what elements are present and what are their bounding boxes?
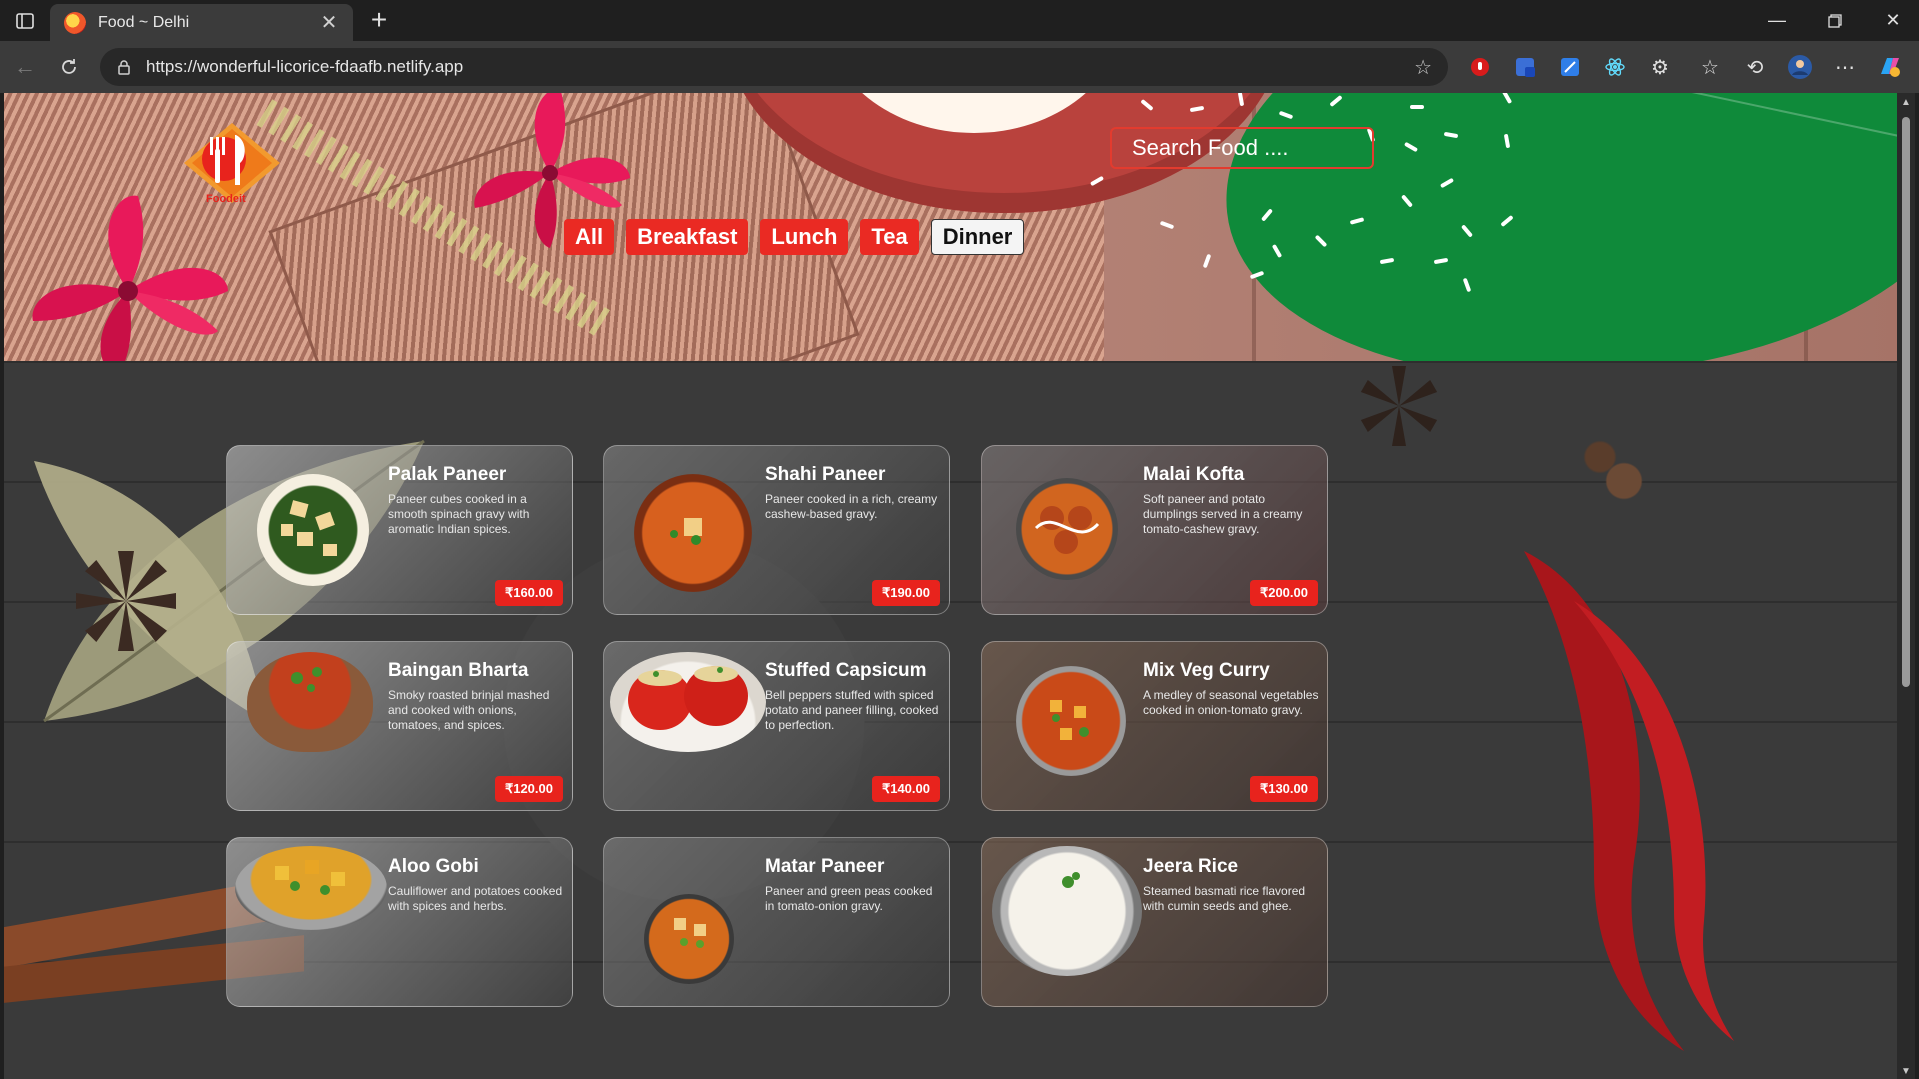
dish-image (257, 474, 369, 586)
filter-tea-button[interactable]: Tea (860, 219, 919, 255)
menu-card[interactable]: Mix Veg Curry A medley of seasonal veget… (981, 641, 1328, 811)
category-filters: All Breakfast Lunch Tea Dinner (564, 219, 1025, 255)
star-anise-decoration (76, 551, 176, 651)
url-field[interactable]: https://wonderful-licorice-fdaafb.netlif… (100, 48, 1448, 86)
scroll-up-arrow-icon[interactable]: ▲ (1901, 97, 1911, 108)
tab-actions-icon[interactable] (10, 8, 40, 34)
dish-image (634, 474, 752, 592)
close-tab-icon[interactable]: ✕ (319, 10, 339, 35)
dish-name: Shahi Paneer (765, 464, 886, 485)
dish-name: Matar Paneer (765, 856, 885, 877)
browser-tab[interactable]: Food ~ Delhi ✕ (50, 4, 353, 41)
filter-breakfast-button[interactable]: Breakfast (626, 219, 749, 255)
close-window-button[interactable]: ✕ (1864, 0, 1919, 41)
hero-header: Foodeit All Breakfast Lunch Tea Dinner (4, 93, 1897, 361)
tab-title: Food ~ Delhi (98, 13, 190, 31)
menu-card[interactable]: Palak Paneer Paneer cubes cooked in a sm… (226, 445, 573, 615)
coriander-seeds-decoration (1564, 421, 1684, 541)
copilot-icon[interactable] (1877, 54, 1903, 80)
profile-avatar-icon[interactable] (1787, 54, 1813, 80)
url-text: https://wonderful-licorice-fdaafb.netlif… (146, 57, 464, 76)
dish-name: Palak Paneer (388, 464, 507, 485)
red-chili-decoration (1524, 551, 1734, 1051)
history-icon[interactable]: ⟲ (1742, 54, 1768, 80)
filter-dinner-button[interactable]: Dinner (930, 219, 1025, 255)
page-viewport: Foodeit All Breakfast Lunch Tea Dinner (4, 93, 1897, 1079)
menu-card[interactable]: Malai Kofta Soft paneer and potato dumpl… (981, 445, 1328, 615)
dish-image (610, 652, 766, 752)
dish-description: Paneer cooked in a rich, creamy cashew-b… (765, 492, 938, 521)
back-button[interactable]: ← (10, 52, 40, 82)
menu-card[interactable]: Baingan Bharta Smoky roasted brinjal mas… (226, 641, 573, 811)
new-tab-button[interactable]: + (364, 6, 394, 36)
dish-image (235, 846, 387, 930)
menu-card[interactable]: Stuffed Capsicum Bell peppers stuffed wi… (603, 641, 950, 811)
favorite-star-icon[interactable]: ☆ (1414, 55, 1432, 80)
adblock-extension-icon[interactable] (1467, 54, 1493, 80)
dish-description: Steamed basmati rice flavored with cumin… (1143, 884, 1306, 913)
favorites-icon[interactable]: ☆ (1697, 54, 1723, 80)
hibiscus-flower-decoration (32, 195, 228, 361)
rice-grain-decoration (1410, 105, 1424, 109)
menu-card[interactable]: Matar Paneer Paneer and green peas cooke… (603, 837, 950, 1007)
price-button[interactable]: ₹160.00 (494, 580, 563, 606)
dish-name: Malai Kofta (1143, 464, 1245, 485)
page-scrollbar[interactable]: ▲ ▼ (1897, 93, 1915, 1079)
dish-image (247, 652, 373, 752)
dish-image (1016, 478, 1118, 580)
lock-icon (118, 60, 130, 75)
menu-card[interactable]: Jeera Rice Steamed basmati rice flavored… (981, 837, 1328, 1007)
scrollbar-thumb[interactable] (1902, 117, 1910, 687)
browser-tab-bar: Food ~ Delhi ✕ + — ✕ (0, 0, 1919, 41)
reload-button[interactable] (54, 52, 84, 82)
dish-description: Cauliflower and potatoes cooked with spi… (388, 884, 563, 913)
dish-image (992, 846, 1142, 976)
dish-description: Soft paneer and potato dumplings served … (1143, 492, 1303, 536)
menu-card[interactable]: Shahi Paneer Paneer cooked in a rich, cr… (603, 445, 950, 615)
scroll-down-arrow-icon[interactable]: ▼ (1901, 1066, 1911, 1077)
react-devtools-icon[interactable] (1602, 54, 1628, 80)
dish-image (644, 894, 734, 984)
dish-description: Smoky roasted brinjal mashed and cooked … (388, 688, 550, 732)
price-button[interactable]: ₹120.00 (494, 776, 563, 802)
dish-name: Stuffed Capsicum (765, 660, 927, 681)
dish-description: A medley of seasonal vegetables cooked i… (1143, 688, 1319, 717)
price-button[interactable]: ₹190.00 (871, 580, 940, 606)
filter-all-button[interactable]: All (564, 219, 615, 255)
logo-text: Foodeit (206, 193, 246, 205)
extensions-puzzle-icon[interactable]: ⚙ (1647, 54, 1673, 80)
menu-card[interactable]: Aloo Gobi Cauliflower and potatoes cooke… (226, 837, 573, 1007)
translate-extension-icon[interactable] (1512, 54, 1538, 80)
dish-name: Aloo Gobi (388, 856, 479, 877)
dish-description: Bell peppers stuffed with spiced potato … (765, 688, 939, 732)
star-anise-decoration (1360, 366, 1438, 446)
dish-name: Jeera Rice (1143, 856, 1239, 877)
notes-extension-icon[interactable] (1557, 54, 1583, 80)
dish-name: Mix Veg Curry (1143, 660, 1270, 681)
site-favicon-icon (64, 11, 86, 34)
filter-lunch-button[interactable]: Lunch (760, 219, 849, 255)
search-input[interactable] (1110, 127, 1374, 169)
address-bar-row: ← https://wonderful-licorice-fdaafb.netl… (0, 41, 1919, 93)
dish-name: Baingan Bharta (388, 660, 529, 681)
restore-button[interactable] (1806, 0, 1864, 41)
menu-section: Palak Paneer Paneer cubes cooked in a sm… (4, 361, 1897, 1079)
price-button[interactable]: ₹130.00 (1249, 776, 1318, 802)
minimize-button[interactable]: — (1748, 0, 1806, 41)
dish-description: Paneer and green peas cooked in tomato-o… (765, 884, 933, 913)
dish-image (1016, 666, 1126, 776)
price-button[interactable]: ₹200.00 (1249, 580, 1318, 606)
price-button[interactable]: ₹140.00 (871, 776, 940, 802)
more-options-icon[interactable]: ⋯ (1832, 54, 1858, 80)
dish-description: Paneer cubes cooked in a smooth spinach … (388, 492, 530, 536)
